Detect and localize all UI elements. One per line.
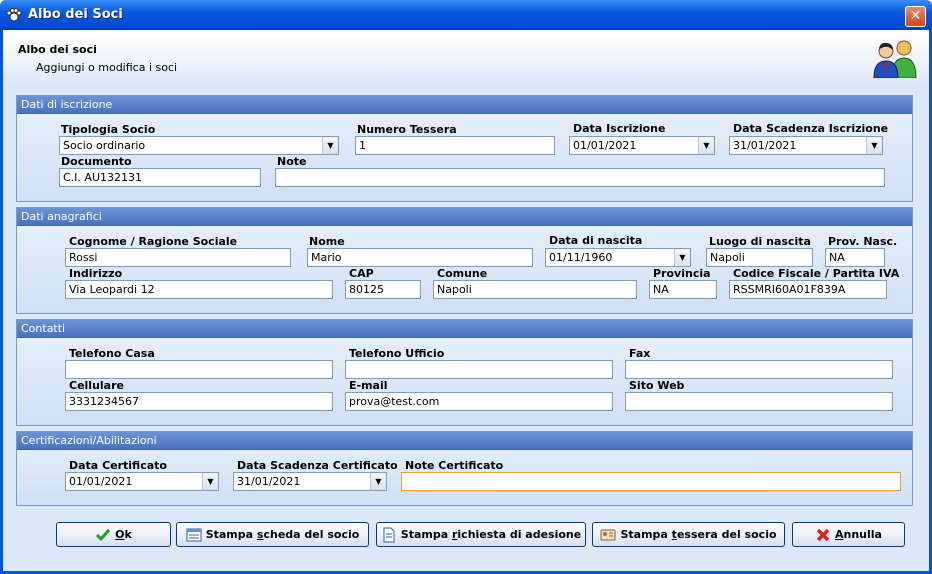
sito-web-label: Sito Web	[629, 379, 685, 392]
telefono-ufficio-input[interactable]	[345, 360, 613, 379]
cognome-input[interactable]: Rossi	[65, 248, 291, 267]
fax-label: Fax	[629, 347, 651, 360]
note-label: Note	[277, 155, 307, 168]
telefono-casa-label: Telefono Casa	[69, 347, 155, 360]
cap-label: CAP	[349, 267, 374, 280]
prov-nasc-input[interactable]: NA	[825, 248, 885, 267]
chevron-down-icon[interactable]: ▼	[698, 137, 714, 154]
window-title: Albo dei Soci	[28, 7, 123, 22]
cellulare-label: Cellulare	[69, 379, 124, 392]
section-title: Dati anagrafici	[17, 208, 912, 226]
window: Albo dei Soci ✕ Albo dei soci Aggiungi o…	[0, 0, 932, 574]
codice-fiscale-label: Codice Fiscale / Partita IVA	[733, 267, 900, 280]
nome-input[interactable]: Mario	[307, 248, 533, 267]
section-title: Certificazioni/Abilitazioni	[17, 432, 912, 450]
paw-icon	[6, 8, 22, 22]
data-iscrizione-picker[interactable]: 01/01/2021 ▼	[569, 136, 715, 155]
dialog-header: Albo dei soci Aggiungi o modifica i soci	[3, 30, 929, 85]
header-title: Albo dei soci	[18, 43, 97, 56]
indirizzo-input[interactable]: Via Leopardi 12	[65, 280, 333, 299]
section-anagrafici: Dati anagrafici Cognome / Ragione Social…	[16, 207, 913, 314]
numero-tessera-input[interactable]: 1	[355, 136, 555, 155]
data-certificato-picker[interactable]: 01/01/2021 ▼	[65, 472, 219, 491]
provincia-input[interactable]: NA	[649, 280, 717, 299]
annulla-button[interactable]: Annulla	[792, 522, 905, 547]
chevron-down-icon[interactable]: ▼	[866, 137, 882, 154]
documento-input[interactable]: C.I. AU132131	[59, 168, 261, 187]
fax-input[interactable]	[625, 360, 893, 379]
numero-tessera-label: Numero Tessera	[357, 123, 457, 136]
stampa-richiesta-button[interactable]: Stampa richiesta di adesione	[376, 522, 586, 547]
note-input[interactable]	[275, 168, 885, 187]
chevron-down-icon[interactable]: ▼	[202, 473, 218, 490]
luogo-nascita-label: Luogo di nascita	[709, 235, 811, 248]
close-icon: ✕	[909, 8, 922, 24]
stampa-scheda-button[interactable]: Stampa scheda del socio	[176, 522, 369, 547]
client-area: Albo dei soci Aggiungi o modifica i soci…	[3, 30, 929, 571]
nome-label: Nome	[309, 235, 345, 248]
header-subtitle: Aggiungi o modifica i soci	[36, 61, 178, 74]
comune-label: Comune	[437, 267, 488, 280]
telefono-casa-input[interactable]	[65, 360, 333, 379]
cellulare-input[interactable]: 3331234567	[65, 392, 333, 411]
data-scadenza-label: Data Scadenza Iscrizione	[733, 122, 889, 135]
chevron-down-icon[interactable]: ▼	[322, 137, 338, 154]
title-bar: Albo dei Soci ✕	[0, 0, 932, 30]
chevron-down-icon[interactable]: ▼	[674, 249, 690, 266]
tipologia-label: Tipologia Socio	[61, 123, 156, 136]
luogo-nascita-input[interactable]: Napoli	[706, 248, 813, 267]
note-certificato-input[interactable]	[401, 472, 901, 491]
data-iscrizione-label: Data Iscrizione	[573, 122, 666, 135]
data-scadenza-picker[interactable]: 31/01/2021 ▼	[729, 136, 883, 155]
check-icon	[96, 528, 111, 541]
data-scadenza-certificato-picker[interactable]: 31/01/2021 ▼	[233, 472, 387, 491]
cap-input[interactable]: 80125	[345, 280, 421, 299]
email-input[interactable]: prova@test.com	[345, 392, 613, 411]
note-certificato-label: Note Certificato	[405, 459, 504, 472]
email-label: E-mail	[349, 379, 388, 392]
section-iscrizione: Dati di iscrizione Tipologia Socio Socio…	[16, 95, 913, 202]
form-icon	[186, 528, 202, 541]
indirizzo-label: Indirizzo	[69, 267, 123, 280]
documento-label: Documento	[61, 155, 132, 168]
id-card-icon	[600, 529, 616, 540]
telefono-ufficio-label: Telefono Ufficio	[349, 347, 445, 360]
data-scadenza-certificato-label: Data Scadenza Certificato	[237, 459, 398, 472]
document-icon	[383, 527, 395, 542]
section-title: Dati di iscrizione	[17, 96, 912, 114]
cognome-label: Cognome / Ragione Sociale	[69, 235, 238, 248]
section-certificazioni: Certificazioni/Abilitazioni Data Certifi…	[16, 431, 913, 506]
provincia-label: Provincia	[653, 267, 711, 280]
sito-web-input[interactable]	[625, 392, 893, 411]
data-certificato-label: Data Certificato	[69, 459, 167, 472]
users-icon	[873, 40, 917, 78]
close-icon	[816, 528, 830, 541]
stampa-tessera-button[interactable]: Stampa tessera del socio	[592, 522, 785, 547]
comune-input[interactable]: Napoli	[433, 280, 637, 299]
codice-fiscale-input[interactable]: RSSMRI60A01F839A	[729, 280, 887, 299]
data-nascita-label: Data di nascita	[549, 234, 643, 247]
ok-button[interactable]: Ok	[56, 522, 171, 547]
tipologia-select[interactable]: Socio ordinario ▼	[59, 136, 339, 155]
section-title: Contatti	[17, 320, 912, 338]
close-button[interactable]: ✕	[905, 6, 926, 27]
section-contatti: Contatti Telefono Casa Telefono Ufficio …	[16, 319, 913, 426]
prov-nasc-label: Prov. Nasc.	[828, 235, 898, 248]
data-nascita-picker[interactable]: 01/11/1960 ▼	[545, 248, 691, 267]
chevron-down-icon[interactable]: ▼	[370, 473, 386, 490]
